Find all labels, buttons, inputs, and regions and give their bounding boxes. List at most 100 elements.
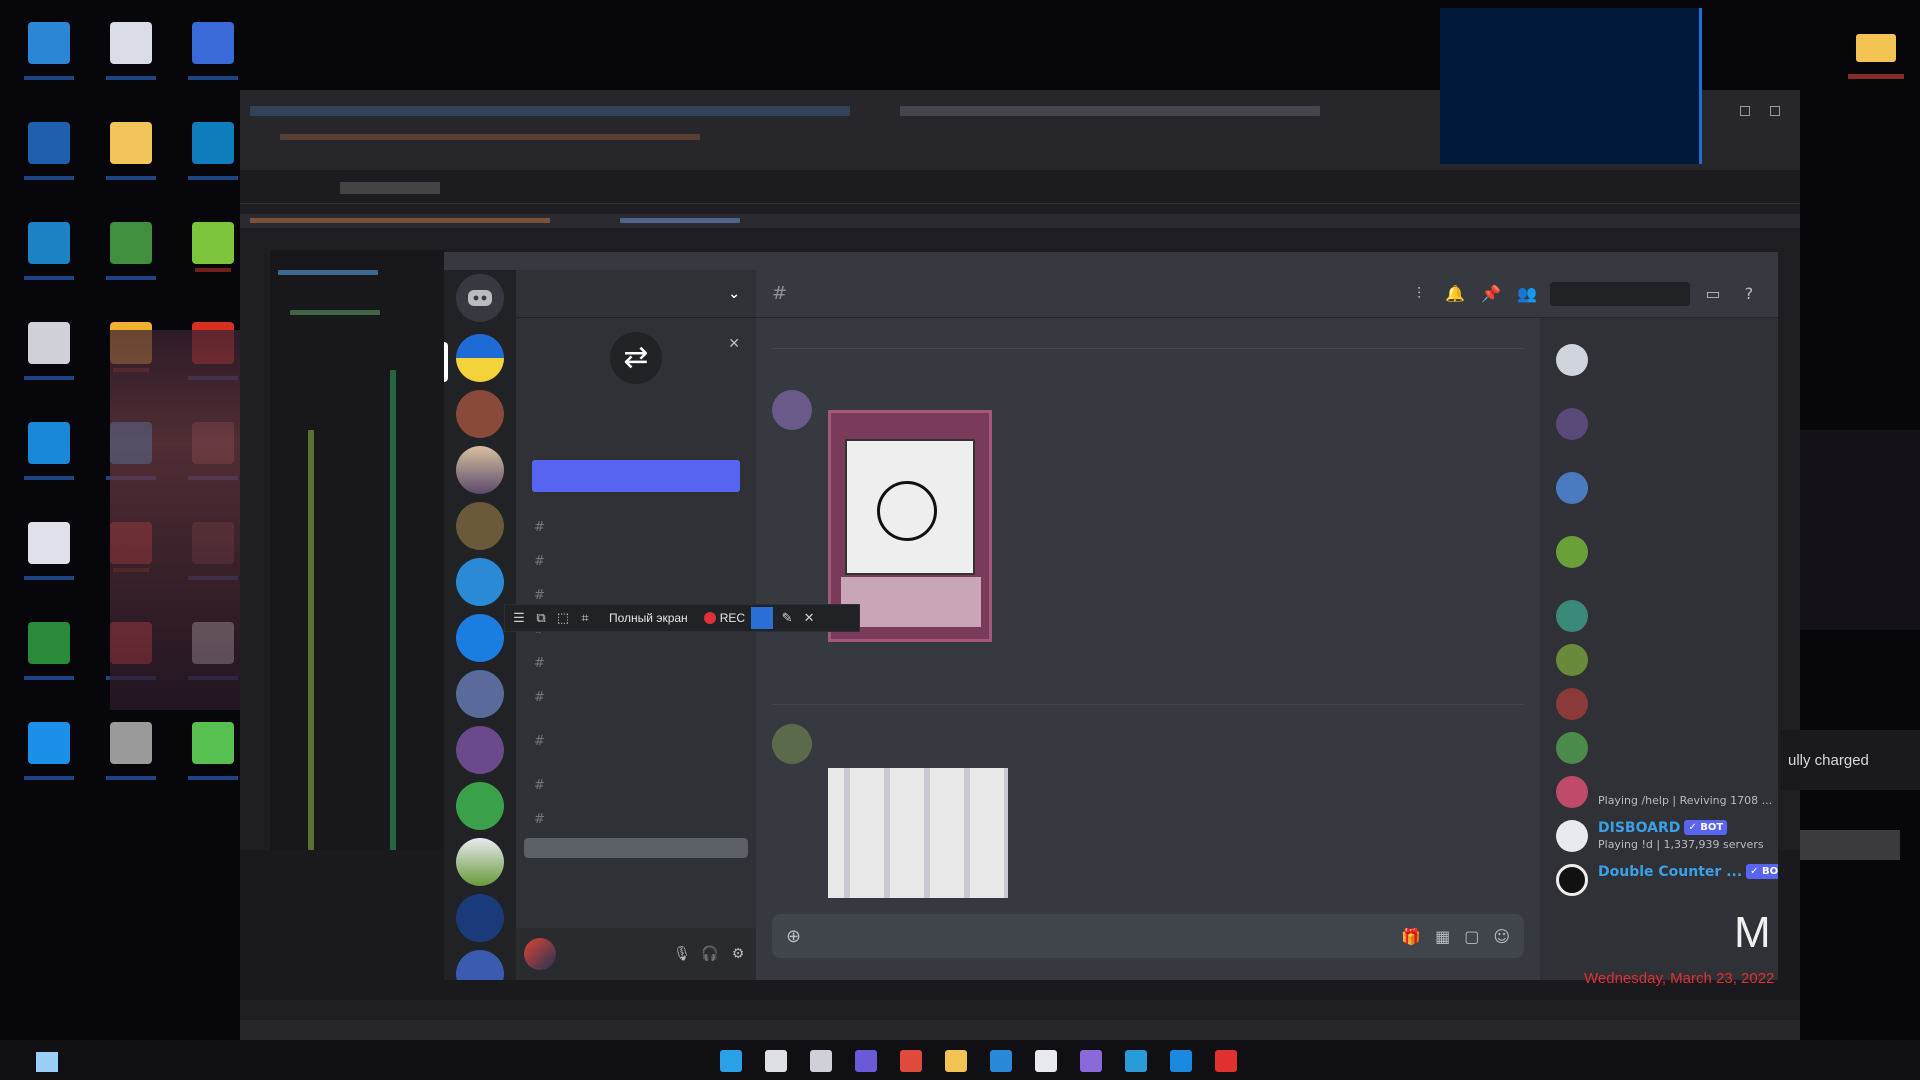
desktop-icon[interactable] xyxy=(102,116,160,206)
member-item[interactable] xyxy=(1548,530,1770,574)
desktop-icon[interactable] xyxy=(20,316,78,406)
desktop-icon[interactable] xyxy=(184,116,242,206)
channel-item[interactable]: # xyxy=(524,726,748,756)
channel-item[interactable]: # xyxy=(524,682,748,712)
taskbar-app-icon[interactable] xyxy=(1125,1050,1147,1072)
maximize-icon[interactable] xyxy=(1770,106,1780,116)
message[interactable] xyxy=(772,722,1524,922)
taskbar-app-icon[interactable] xyxy=(900,1050,922,1072)
webcam-icon[interactable] xyxy=(751,607,774,629)
taskbar-app-icon[interactable] xyxy=(855,1050,877,1072)
member-item-double-counter[interactable]: Double Counter ...✓ BOT xyxy=(1548,858,1778,902)
member-item[interactable] xyxy=(1548,682,1770,726)
plus-circle-icon[interactable]: ⊕ xyxy=(786,926,801,947)
channel-item[interactable]: # xyxy=(524,512,748,542)
gift-icon[interactable]: 🎁 xyxy=(1401,927,1421,946)
taskbar-app-icon[interactable] xyxy=(990,1050,1012,1072)
start-icon[interactable] xyxy=(36,1052,58,1072)
inbox-icon[interactable]: ▭ xyxy=(1700,284,1726,303)
gear-icon[interactable]: ⚙ xyxy=(728,946,748,962)
channel-item[interactable]: # xyxy=(524,546,748,576)
fullscreen-label[interactable]: Полный экран xyxy=(609,611,688,625)
desktop-icon[interactable] xyxy=(184,716,242,806)
folder-icon[interactable] xyxy=(945,1050,967,1072)
threads-icon[interactable]: ⫶ xyxy=(1406,284,1432,304)
message-composer[interactable]: ⊕ 🎁 ▦ ▢ ☺ xyxy=(772,914,1524,958)
pencil-icon[interactable]: ✎ xyxy=(779,610,795,626)
minimize-icon[interactable] xyxy=(1740,106,1750,116)
avatar[interactable] xyxy=(772,724,812,764)
close-icon[interactable]: ✕ xyxy=(801,610,817,626)
rec-button[interactable]: REC xyxy=(703,611,745,625)
server-icon[interactable] xyxy=(456,558,504,606)
members-icon[interactable]: 👥 xyxy=(1514,284,1540,303)
member-item[interactable] xyxy=(1548,402,1770,446)
server-icon[interactable] xyxy=(456,950,504,980)
member-item[interactable]: Playing /help | Reviving 1708 ... xyxy=(1548,770,1772,814)
taskbar-app-icon[interactable] xyxy=(1080,1050,1102,1072)
desktop-icon[interactable] xyxy=(20,516,78,606)
channel-item[interactable]: # xyxy=(524,804,748,834)
desktop-icon[interactable] xyxy=(102,16,160,106)
avatar[interactable] xyxy=(772,390,812,430)
emoji-icon[interactable]: ☺ xyxy=(1493,927,1510,946)
bell-icon[interactable]: 🔔 xyxy=(1442,284,1468,303)
channel-item[interactable]: # xyxy=(524,770,748,800)
crop-icon[interactable]: ⌗ xyxy=(577,610,593,626)
region-capture-icon[interactable]: ⬚ xyxy=(555,610,571,626)
desktop-icon[interactable] xyxy=(20,16,78,106)
taskbar-app-icon[interactable] xyxy=(1215,1050,1237,1072)
home-button[interactable] xyxy=(456,274,504,322)
member-item-disboard[interactable]: DISBOARD ✓ BOT Playing !d | 1,337,939 ser… xyxy=(1548,814,1770,858)
taskbar-app-icon[interactable] xyxy=(720,1050,742,1072)
server-icon[interactable] xyxy=(456,334,504,382)
member-item[interactable] xyxy=(1548,338,1770,382)
screen-recorder-toolbar[interactable]: ☰ ⧉ ⬚ ⌗ Полный экран REC ✎ ✕ xyxy=(504,604,860,632)
new-mentions-pill[interactable] xyxy=(524,838,748,858)
channel-item[interactable]: # xyxy=(524,648,748,678)
battery-notification[interactable]: ully charged xyxy=(1780,730,1920,790)
taskbar-app-icon[interactable] xyxy=(1170,1050,1192,1072)
window-preview-thumbnail[interactable] xyxy=(1440,8,1702,164)
avatar[interactable] xyxy=(524,938,556,970)
server-icon[interactable] xyxy=(456,614,504,662)
desktop-icon[interactable] xyxy=(20,116,78,206)
server-icon[interactable] xyxy=(456,726,504,774)
microphone-icon[interactable]: 🎙 xyxy=(672,946,692,962)
message[interactable] xyxy=(772,364,1524,694)
taskbar-app-icon[interactable] xyxy=(765,1050,787,1072)
desktop-icon[interactable] xyxy=(102,716,160,806)
headphones-icon[interactable]: 🎧 xyxy=(700,946,720,962)
promo-cta-button[interactable] xyxy=(532,460,740,492)
editor-tabs[interactable] xyxy=(240,170,1800,204)
server-icon[interactable] xyxy=(456,390,504,438)
search-input[interactable] xyxy=(1550,281,1690,306)
gif-icon[interactable]: ▦ xyxy=(1435,927,1450,946)
taskbar-app-icon[interactable] xyxy=(1035,1050,1057,1072)
server-icon[interactable] xyxy=(456,670,504,718)
server-header[interactable]: ⌄ xyxy=(516,270,756,318)
editor-explorer[interactable] xyxy=(270,250,446,910)
menu-icon[interactable]: ☰ xyxy=(511,610,527,626)
member-item[interactable] xyxy=(1548,638,1770,682)
desktop-icon[interactable] xyxy=(184,216,242,306)
taskbar-app-icon[interactable] xyxy=(810,1050,832,1072)
member-item[interactable] xyxy=(1548,466,1770,510)
window-capture-icon[interactable]: ⧉ xyxy=(533,610,549,626)
desktop-icon[interactable] xyxy=(20,216,78,306)
image-attachment[interactable] xyxy=(828,768,1008,898)
server-icon[interactable] xyxy=(456,838,504,886)
member-item[interactable] xyxy=(1548,594,1770,638)
pin-icon[interactable]: 📌 xyxy=(1478,284,1504,303)
sticker-icon[interactable]: ▢ xyxy=(1464,927,1479,946)
server-icon[interactable] xyxy=(456,502,504,550)
server-icon[interactable] xyxy=(456,782,504,830)
help-icon[interactable]: ? xyxy=(1736,284,1762,303)
folder-icon[interactable] xyxy=(1856,34,1896,62)
server-icon[interactable] xyxy=(456,446,504,494)
close-icon[interactable]: ✕ xyxy=(728,336,740,352)
desktop-icon[interactable] xyxy=(20,716,78,806)
desktop-icon[interactable] xyxy=(20,416,78,506)
desktop-icon[interactable] xyxy=(184,16,242,106)
member-item[interactable] xyxy=(1548,726,1770,770)
